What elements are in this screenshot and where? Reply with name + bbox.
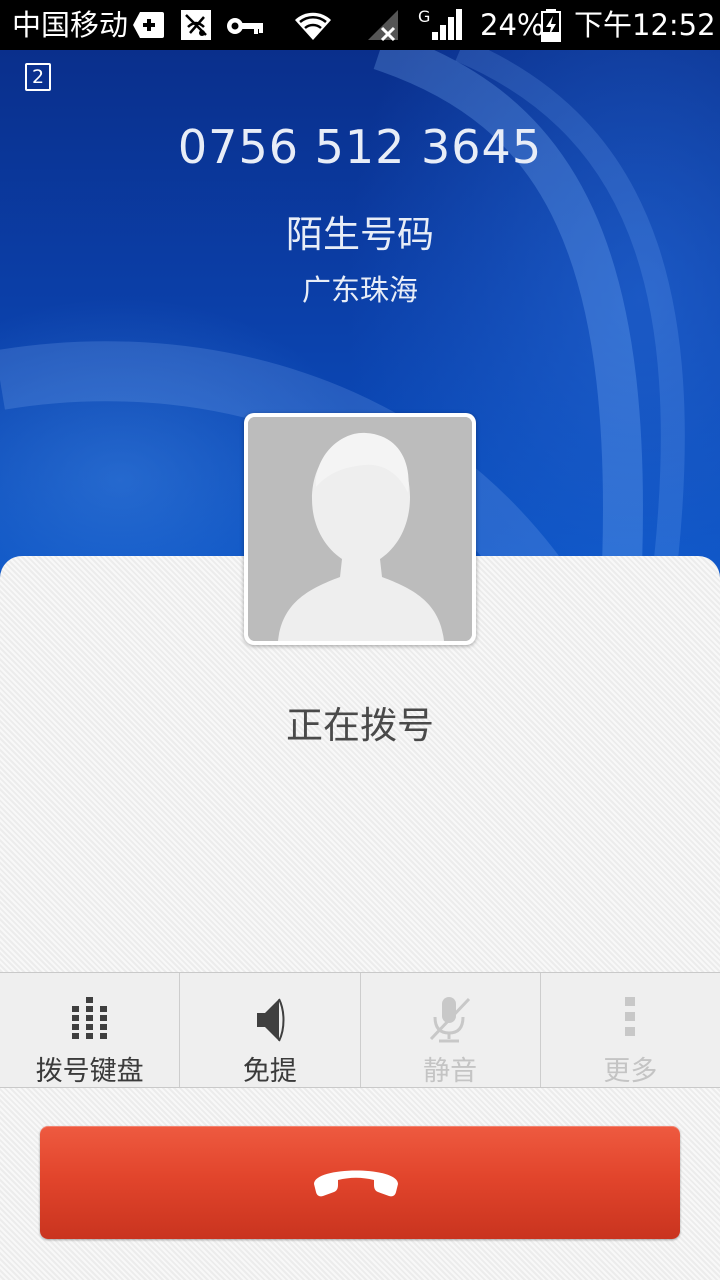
status-bar: 中国移动 G 24% 下午12:52 (0, 0, 720, 50)
signal-icon (430, 8, 464, 46)
speaker-label: 免提 (242, 1056, 297, 1087)
wifi-icon (291, 8, 335, 46)
call-status: 正在拨号 (286, 704, 434, 747)
dialpad-button[interactable]: 拨号键盘 (0, 973, 181, 1087)
plus-notification-icon (132, 10, 166, 44)
more-button[interactable]: 更多 (541, 973, 720, 1087)
dialpad-icon (70, 995, 110, 1045)
speaker-button[interactable]: 免提 (180, 973, 361, 1087)
caller-label: 陌生号码 (286, 213, 434, 256)
mute-mic-icon (427, 995, 473, 1049)
default-person-icon (248, 417, 472, 641)
more-icon (623, 995, 637, 1043)
sim-slot-badge: 2 (25, 63, 51, 91)
end-call-icon (308, 1156, 404, 1204)
network-type-label: G (418, 7, 431, 26)
contact-avatar (244, 413, 476, 645)
battery-charging-icon (540, 8, 562, 46)
battery-percent: 24% (480, 8, 545, 42)
no-signal-sim1-icon (366, 8, 402, 46)
end-call-button[interactable] (40, 1126, 680, 1239)
mute-button[interactable]: 静音 (361, 973, 541, 1087)
mute-label: 静音 (423, 1056, 478, 1087)
more-label: 更多 (603, 1056, 658, 1087)
clock: 下午12:52 (574, 8, 716, 42)
caller-location: 广东珠海 (301, 273, 418, 307)
app-notification-icon (180, 9, 212, 45)
dialpad-label: 拨号键盘 (35, 1056, 144, 1087)
call-actions: 拨号键盘 免提 静音 更多 (0, 972, 720, 1088)
carrier-name: 中国移动 (12, 8, 129, 42)
phone-number: 0756 512 3645 (177, 120, 543, 174)
speaker-icon (253, 995, 287, 1049)
key-icon (226, 15, 264, 41)
